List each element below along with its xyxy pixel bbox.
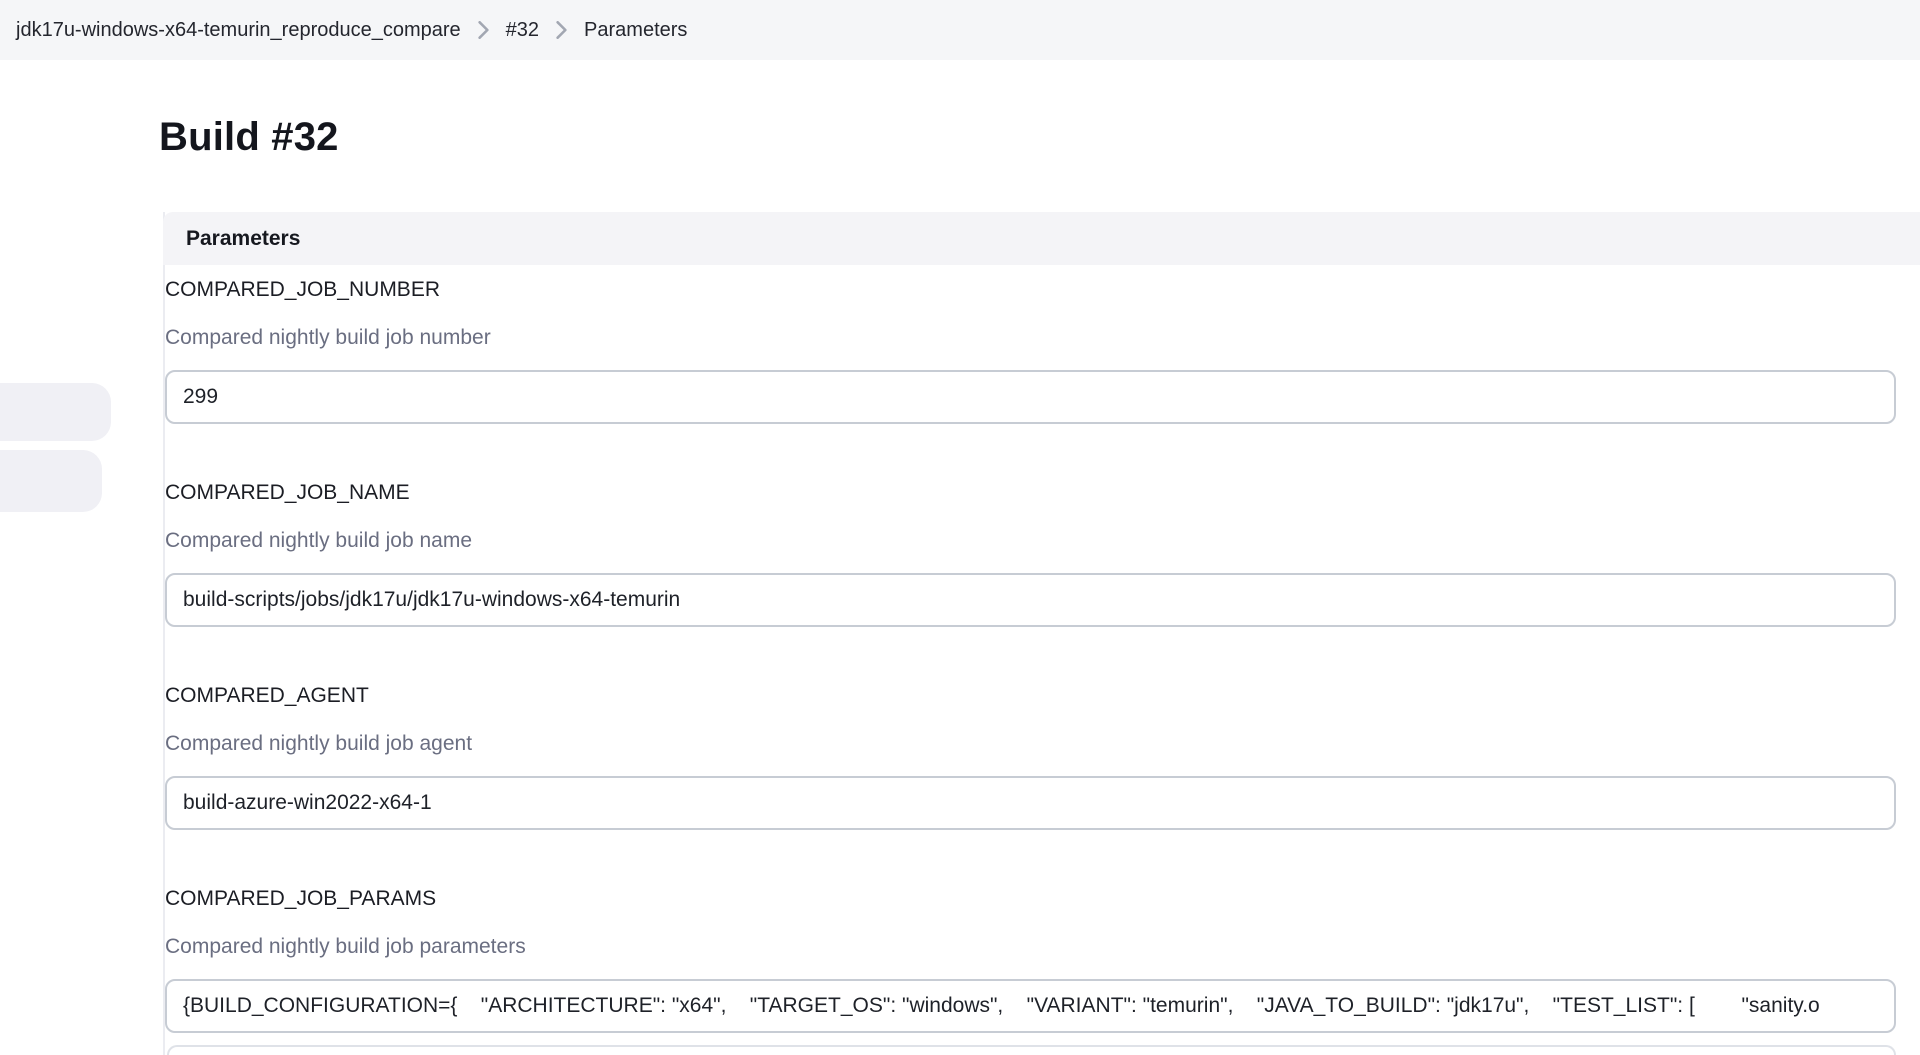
- chevron-right-icon: [556, 21, 567, 39]
- breadcrumb: jdk17u-windows-x64-temurin_reproduce_com…: [16, 19, 687, 42]
- parameter-row: COMPARED_JOB_PARAMS Compared nightly bui…: [165, 886, 1920, 1033]
- parameter-description: Compared nightly build job name: [165, 528, 1896, 554]
- parameter-row: COMPARED_JOB_NAME Compared nightly build…: [165, 480, 1920, 627]
- parameter-row: COMPARED_JOB_NUMBER Compared nightly bui…: [165, 277, 1920, 424]
- parameter-name: COMPARED_AGENT: [165, 683, 1896, 709]
- breadcrumb-build-link[interactable]: #32: [506, 19, 539, 42]
- parameters-panel-header: Parameters: [163, 212, 1920, 265]
- parameter-description: Compared nightly build job number: [165, 325, 1896, 351]
- sidebar-task-button-partial-2[interactable]: [0, 450, 102, 512]
- parameter-name: COMPARED_JOB_NUMBER: [165, 277, 1896, 303]
- chevron-right-icon: [478, 21, 489, 39]
- parameter-row: COMPARED_AGENT Compared nightly build jo…: [165, 683, 1920, 830]
- breadcrumb-job-link[interactable]: jdk17u-windows-x64-temurin_reproduce_com…: [16, 19, 461, 42]
- breadcrumb-parameters-link[interactable]: Parameters: [584, 19, 687, 42]
- parameter-name: COMPARED_JOB_NAME: [165, 480, 1896, 506]
- parameter-value-input[interactable]: [165, 370, 1896, 424]
- parameter-value-input[interactable]: [165, 979, 1896, 1033]
- parameters-panel-body: COMPARED_JOB_NUMBER Compared nightly bui…: [163, 265, 1920, 1055]
- sidebar-task-button-partial-1[interactable]: [0, 383, 111, 441]
- parameters-panel-title: Parameters: [186, 227, 300, 251]
- parameters-panel: Parameters COMPARED_JOB_NUMBER Compared …: [163, 212, 1920, 1055]
- page-title: Build #32: [159, 112, 1920, 162]
- parameter-name: COMPARED_JOB_PARAMS: [165, 886, 1896, 912]
- breadcrumb-bar: jdk17u-windows-x64-temurin_reproduce_com…: [0, 0, 1920, 60]
- parameter-description: Compared nightly build job agent: [165, 731, 1896, 757]
- parameter-value-input[interactable]: [165, 776, 1896, 830]
- parameter-value-input[interactable]: [165, 573, 1896, 627]
- parameter-description: Compared nightly build job parameters: [165, 934, 1896, 960]
- next-input-partial: [167, 1045, 1896, 1055]
